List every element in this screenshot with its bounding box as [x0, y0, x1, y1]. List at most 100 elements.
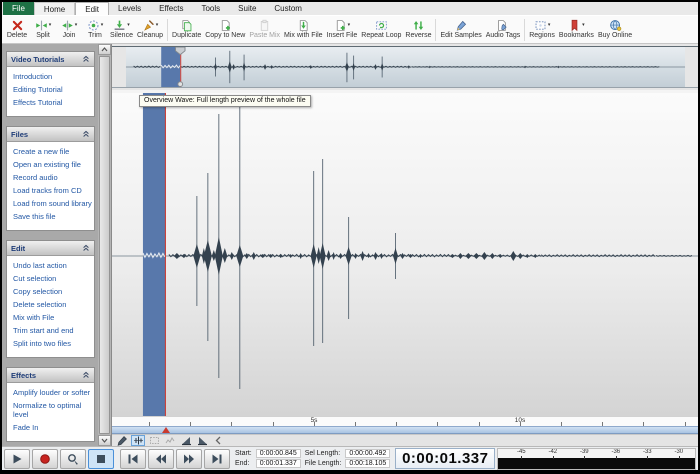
- paste-mix-icon: [258, 19, 271, 32]
- ribbon-button-audio-tags[interactable]: Audio Tags: [484, 17, 523, 43]
- scroll-left-button[interactable]: [211, 435, 225, 446]
- selection-status: Start: 0:00:00.845 Sel Length: 0:00:00.4…: [235, 449, 390, 468]
- tab-edit[interactable]: Edit: [75, 2, 109, 15]
- sidebar-link-open-an-existing-file[interactable]: Open an existing file: [13, 160, 92, 169]
- sidebar-link-mix-with-file[interactable]: Mix with File: [13, 313, 92, 322]
- collapse-icon[interactable]: [82, 239, 90, 257]
- section-header[interactable]: Video Tutorials: [7, 52, 94, 67]
- ribbon-button-delete[interactable]: Delete: [4, 17, 30, 43]
- go-to-start-button[interactable]: [120, 449, 146, 469]
- rewind-button[interactable]: [148, 449, 174, 469]
- go-to-end-button[interactable]: [204, 449, 230, 469]
- ribbon-button-regions[interactable]: ▾ Regions: [527, 17, 557, 43]
- draw-tool-button[interactable]: [115, 435, 129, 446]
- sidebar-link-load-tracks-from-cd[interactable]: Load tracks from CD: [13, 186, 92, 195]
- sidebar-link-split-into-two-files[interactable]: Split into two files: [13, 339, 92, 348]
- ribbon-button-duplicate[interactable]: Duplicate: [170, 17, 203, 43]
- sidebar-link-fade-in[interactable]: Fade In: [13, 423, 92, 432]
- section-header[interactable]: Edit: [7, 241, 94, 256]
- tab-custom[interactable]: Custom: [265, 2, 311, 15]
- tab-levels[interactable]: Levels: [109, 2, 150, 15]
- scroll-up-button[interactable]: [98, 44, 111, 55]
- collapse-icon[interactable]: [82, 125, 90, 143]
- section-header[interactable]: Effects: [7, 368, 94, 383]
- tab-file[interactable]: File: [3, 2, 34, 15]
- position-bar[interactable]: [112, 426, 698, 434]
- ribbon-button-insert-file[interactable]: ▾Insert File: [325, 17, 360, 43]
- overview-tooltip: Overview Wave: Full length preview of th…: [139, 95, 311, 107]
- ribbon-button-join[interactable]: ▾Join: [56, 17, 82, 43]
- time-ruler[interactable]: 5s10s: [112, 416, 698, 426]
- ribbon-group-separator: [435, 19, 436, 41]
- regions-label: Regions: [529, 32, 555, 40]
- sidebar-link-cut-selection[interactable]: Cut selection: [13, 274, 92, 283]
- fade-out-button[interactable]: [195, 435, 209, 446]
- transport-controls: [4, 449, 232, 469]
- sidebar-link-introduction[interactable]: Introduction: [13, 72, 92, 81]
- dropdown-arrow-icon: ▾: [548, 23, 551, 28]
- ribbon-button-silence[interactable]: ▾Silence: [108, 17, 135, 43]
- tab-home[interactable]: Home: [34, 2, 75, 15]
- audio-tags-icon: [496, 19, 509, 32]
- dropdown-arrow-icon: ▾: [75, 23, 78, 28]
- sidebar-link-normalize-to-optimal-level[interactable]: Normalize to optimal level: [13, 401, 92, 419]
- time-display: 0:00:01.337: [395, 448, 495, 469]
- meter-scale-tick: [647, 456, 648, 459]
- fade-in-button[interactable]: [179, 435, 193, 446]
- sidebar-scrollbar[interactable]: [98, 44, 111, 446]
- sidebar-link-delete-selection[interactable]: Delete selection: [13, 300, 92, 309]
- overview-wave[interactable]: [112, 44, 698, 90]
- ribbon-button-bookmarks[interactable]: ▾Bookmarks: [557, 17, 596, 43]
- tab-effects[interactable]: Effects: [150, 2, 192, 15]
- dropdown-arrow-icon: ▾: [101, 23, 104, 28]
- icon-row: [11, 18, 24, 32]
- scroll-down-button[interactable]: [98, 435, 111, 446]
- ribbon-button-mix-with-file[interactable]: Mix with File: [282, 17, 325, 43]
- ribbon-button-reverse[interactable]: Reverse: [403, 17, 433, 43]
- select-tool-button[interactable]: [131, 435, 145, 446]
- meter-scale-label: -39: [580, 449, 589, 456]
- section-title: Effects: [11, 371, 36, 380]
- sidebar-link-save-this-file[interactable]: Save this file: [13, 212, 92, 221]
- record-button[interactable]: [32, 449, 58, 469]
- ribbon-button-trim[interactable]: ▾Trim: [82, 17, 108, 43]
- ribbon-button-cleanup[interactable]: ▾Cleanup: [135, 17, 165, 43]
- ribbon-button-buy-online[interactable]: Buy Online: [596, 17, 634, 43]
- icon-row: [297, 18, 310, 32]
- tab-tools[interactable]: Tools: [192, 2, 229, 15]
- icon-row: ▾: [142, 18, 159, 32]
- scrollbar-thumb[interactable]: [99, 56, 110, 434]
- sidebar-link-effects-tutorial[interactable]: Effects Tutorial: [13, 98, 92, 107]
- sidebar-link-amplify-louder-or-softer[interactable]: Amplify louder or softer: [13, 388, 92, 397]
- cursor-marker-icon[interactable]: [162, 427, 170, 433]
- fast-forward-button[interactable]: [176, 449, 202, 469]
- ribbon-button-split[interactable]: ▾Split: [30, 17, 56, 43]
- section-title: Edit: [11, 244, 25, 253]
- ruler-label: 5s: [311, 417, 318, 425]
- tab-suite[interactable]: Suite: [229, 2, 265, 15]
- collapse-icon[interactable]: [82, 50, 90, 68]
- sidebar-link-record-audio[interactable]: Record audio: [13, 173, 92, 182]
- sidebar-link-create-a-new-file[interactable]: Create a new file: [13, 147, 92, 156]
- section-header[interactable]: Files: [7, 127, 94, 142]
- sidebar-link-editing-tutorial[interactable]: Editing Tutorial: [13, 85, 92, 94]
- repeat-loop-icon: [375, 19, 388, 32]
- ribbon-button-repeat-loop[interactable]: Repeat Loop: [359, 17, 403, 43]
- sidebar-link-copy-selection[interactable]: Copy selection: [13, 287, 92, 296]
- play-button[interactable]: [4, 449, 30, 469]
- icon-row: [412, 18, 425, 32]
- stop-button[interactable]: [88, 449, 114, 469]
- sidebar-link-trim-start-and-end[interactable]: Trim start and end: [13, 326, 92, 335]
- sample-grid-button: [163, 435, 177, 446]
- sidebar-link-load-from-sound-library[interactable]: Load from sound library: [13, 199, 92, 208]
- paste-mix-label: Paste Mix: [249, 32, 280, 40]
- wavepad-window: FileHomeEditLevelsEffectsToolsSuiteCusto…: [0, 0, 700, 474]
- ribbon-button-edit-samples[interactable]: Edit Samples: [438, 17, 483, 43]
- scrub-button[interactable]: [60, 449, 86, 469]
- sidebar-link-undo-last-action[interactable]: Undo last action: [13, 261, 92, 270]
- reverse-icon: [412, 19, 425, 32]
- scroll-left-icon: [213, 435, 224, 446]
- main-waveform[interactable]: Overview Wave: Full length preview of th…: [112, 93, 698, 416]
- collapse-icon[interactable]: [82, 366, 90, 384]
- ribbon-button-copy-to-new[interactable]: Copy to New: [203, 17, 247, 43]
